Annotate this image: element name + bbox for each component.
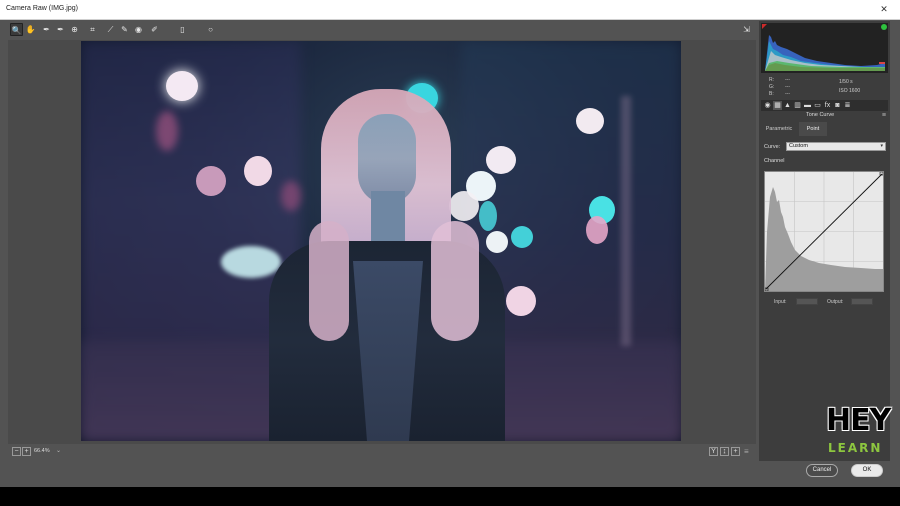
straighten-tool-icon[interactable]: ⟋ (104, 23, 117, 36)
spot-removal-tool-icon[interactable]: ✎ (118, 23, 131, 36)
targeted-adjustment-tool-icon[interactable]: ⊕ (68, 23, 81, 36)
adjustment-brush-tool-icon[interactable]: ✐ (148, 23, 161, 36)
ok-button[interactable]: OK (851, 464, 883, 477)
panel-menu-icon[interactable]: ≡ (882, 112, 886, 119)
curve-preset-value: Custom (789, 143, 808, 149)
close-icon[interactable]: ✕ (878, 3, 890, 15)
radial-filter-tool-icon[interactable]: ○ (204, 23, 217, 36)
zoom-dropdown-caret-icon[interactable]: ⌄ (56, 447, 61, 454)
tab-parametric[interactable]: Parametric (761, 122, 797, 136)
window-title: Camera Raw (IMG.jpg) (6, 5, 78, 12)
detail-tab-icon[interactable]: ▲ (783, 101, 792, 110)
cancel-button[interactable]: Cancel (806, 464, 838, 477)
crop-tool-icon[interactable]: ⌗ (86, 23, 99, 36)
split-toning-tab-icon[interactable]: ▬ (803, 101, 812, 110)
effects-tab-icon[interactable]: fx (823, 101, 832, 110)
zoom-in-button[interactable]: + (22, 447, 31, 456)
input-field[interactable] (796, 298, 818, 305)
hand-tool-icon[interactable]: ✋ (24, 23, 37, 36)
logo-top-text: HEY (826, 403, 891, 438)
shutter-speed: 1/50 s (839, 79, 853, 85)
curve-preset-row: Curve: Custom ▾ (764, 142, 888, 152)
red-eye-tool-icon[interactable]: ◉ (132, 23, 145, 36)
logo-bottom-text: LEARN (828, 441, 883, 455)
toolbar: 🔍 ✋ ✒ ✒ ⊕ ⌗ ⟋ ✎ ◉ ✐ ▯ ○ ⇲ (8, 22, 756, 38)
hey-learn-logo: HEY LEARN (826, 403, 891, 464)
histogram (761, 23, 888, 73)
rgb-readout: R: --- G: --- B: --- 1/50 s ISO 1600 (761, 75, 888, 99)
curve-label: Curve: (764, 144, 781, 150)
b-value: --- (785, 91, 790, 97)
compare-view-icon[interactable]: Y (709, 447, 718, 456)
tone-curve-tab-icon[interactable]: ▦ (773, 101, 782, 110)
r-label: R: (769, 77, 774, 83)
swap-settings-icon[interactable]: ↨ (720, 447, 729, 456)
preview-preferences-icon[interactable]: ≡ (744, 447, 749, 456)
b-label: B: (769, 91, 774, 97)
g-value: --- (785, 84, 790, 90)
hsl-tab-icon[interactable]: ▥ (793, 101, 802, 110)
section-title: Tone Curve (806, 112, 835, 118)
open-preferences-icon[interactable]: ⇲ (740, 23, 753, 36)
g-label: G: (769, 84, 775, 90)
tone-curve-header: Tone Curve ≡ (761, 111, 888, 121)
output-field[interactable] (851, 298, 873, 305)
white-balance-tool-icon[interactable]: ✒ (40, 23, 53, 36)
tone-curve-subtabs: Parametric Point (761, 122, 888, 136)
presets-tab-icon[interactable]: ≣ (843, 101, 852, 110)
camera-calibration-tab-icon[interactable]: ◙ (833, 101, 842, 110)
status-bar: − + 66.4% ⌄ Y ↨ + ≡ (8, 445, 756, 458)
color-sampler-tool-icon[interactable]: ✒ (54, 23, 67, 36)
input-output-row: Input: Output: (764, 297, 888, 307)
camera-raw-window: Camera Raw (IMG.jpg) ✕ 🔍 ✋ ✒ ✒ ⊕ ⌗ ⟋ ✎ ◉ ✐ ▯ ○ ⇲ (0, 0, 900, 487)
highlight-clipping-warning-icon[interactable] (881, 24, 887, 30)
panel-tab-strip: ◉ ▦ ▲ ▥ ▬ ▭ fx ◙ ≣ (761, 100, 888, 111)
iso-value: ISO 1600 (839, 88, 861, 94)
point-curve-editor[interactable] (764, 171, 884, 292)
zoom-out-button[interactable]: − (12, 447, 21, 456)
chevron-down-icon: ▾ (880, 143, 883, 149)
r-value: --- (785, 77, 790, 83)
basic-tab-icon[interactable]: ◉ (763, 101, 772, 110)
image-preview-area[interactable] (8, 40, 756, 444)
zoom-level[interactable]: 66.4% (34, 448, 50, 454)
input-label: Input: (774, 299, 787, 305)
zoom-tool-icon[interactable]: 🔍 (10, 23, 23, 36)
lens-corrections-tab-icon[interactable]: ▭ (813, 101, 822, 110)
photo-preview (81, 41, 681, 441)
tab-point[interactable]: Point (799, 122, 827, 136)
copy-settings-icon[interactable]: + (731, 447, 740, 456)
channel-label: Channel (764, 158, 785, 164)
curve-preset-select[interactable]: Custom ▾ (786, 142, 886, 151)
output-label: Output: (827, 299, 844, 305)
title-bar: Camera Raw (IMG.jpg) ✕ (0, 0, 900, 20)
graduated-filter-tool-icon[interactable]: ▯ (176, 23, 189, 36)
adjustments-panel: R: --- G: --- B: --- 1/50 s ISO 1600 ◉ ▦… (759, 21, 890, 461)
